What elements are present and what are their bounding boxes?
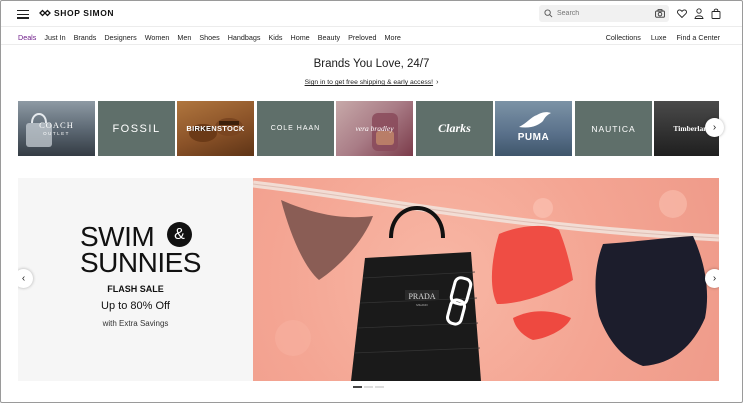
chevron-right-icon: › xyxy=(712,122,717,133)
brand-tile-nautica[interactable]: NAUTICA xyxy=(575,101,652,156)
brand-tile-vera-bradley[interactable]: vera bradley xyxy=(336,101,413,156)
brand-name: Clarks xyxy=(438,121,471,135)
nav-right: Collections Luxe Find a Center xyxy=(606,33,720,42)
hero-ampersand-badge: & xyxy=(167,222,192,247)
hero-extra-savings: with Extra Savings xyxy=(102,319,169,328)
nav-item-handbags[interactable]: Handbags xyxy=(228,33,261,42)
search-bar[interactable] xyxy=(539,5,669,22)
nav-item-designers[interactable]: Designers xyxy=(104,33,136,42)
hero-dot-1[interactable] xyxy=(353,386,362,388)
brand-tile-puma[interactable]: PUMA xyxy=(495,101,572,156)
puma-cat-icon xyxy=(519,112,551,128)
nav-item-find-a-center[interactable]: Find a Center xyxy=(676,33,720,42)
hero-next-button[interactable]: › xyxy=(705,269,719,288)
nav-item-women[interactable]: Women xyxy=(145,33,170,42)
hero-banner[interactable]: SWIM SUNNIES & FLASH SALE Up to 80% Off … xyxy=(18,178,719,381)
brand-name: COLE HAAN xyxy=(270,125,321,132)
heart-icon[interactable] xyxy=(677,8,687,19)
nav-item-collections[interactable]: Collections xyxy=(606,33,641,42)
brand-sub: OUTLET xyxy=(43,130,70,136)
hero-image: PRADA MILANO xyxy=(253,178,719,381)
swimwear-illustration: PRADA MILANO xyxy=(253,180,719,381)
bag-sub-label: MILANO xyxy=(416,303,428,307)
brand-name: Timberland xyxy=(673,124,712,133)
brand-tile-fossil[interactable]: FOSSIL xyxy=(98,101,175,156)
browser-viewport: SHOP SIMON Search Deals Just In Brands D… xyxy=(0,0,743,403)
header-icons xyxy=(677,8,721,19)
nav-item-home[interactable]: Home xyxy=(291,33,310,42)
bag-icon[interactable] xyxy=(711,8,721,19)
brand-name: BIRKENSTOCK xyxy=(186,124,245,133)
nav-item-beauty[interactable]: Beauty xyxy=(318,33,340,42)
user-icon[interactable] xyxy=(694,8,704,19)
site-logo[interactable]: SHOP SIMON xyxy=(39,8,114,18)
hero-line2: SUNNIES xyxy=(80,246,201,278)
nav-item-men[interactable]: Men xyxy=(177,33,191,42)
logo-mark-icon xyxy=(39,9,51,17)
hero-dot-3[interactable] xyxy=(375,386,384,388)
brand-name: FOSSIL xyxy=(112,122,161,135)
sign-in-link[interactable]: Sign in to get free shipping & early acc… xyxy=(305,79,433,86)
logo-text: SHOP SIMON xyxy=(54,8,115,18)
brand-tile-timberland[interactable]: Timberland xyxy=(654,101,719,156)
bag-brand-label: PRADA xyxy=(408,292,435,301)
hero-pagination xyxy=(353,386,384,388)
brand-name: vera bradley xyxy=(355,124,394,133)
chevron-right-icon: › xyxy=(712,273,717,284)
category-nav: Deals Just In Brands Designers Women Men… xyxy=(1,28,742,45)
nav-item-kids[interactable]: Kids xyxy=(269,33,283,42)
brand-tile-birkenstock[interactable]: BIRKENSTOCK xyxy=(177,101,254,156)
brand-tile-clarks[interactable]: Clarks xyxy=(416,101,493,156)
brand-name: NAUTICA xyxy=(591,123,636,134)
promo-title: Brands You Love, 24/7 xyxy=(313,58,430,70)
hero-discount: Up to 80% Off xyxy=(101,300,170,312)
hero-flash-sale: FLASH SALE xyxy=(107,284,164,294)
nav-item-luxe[interactable]: Luxe xyxy=(651,33,667,42)
brand-name: COACH xyxy=(39,120,74,130)
hero-dot-2[interactable] xyxy=(364,386,373,388)
nav-item-just-in[interactable]: Just In xyxy=(44,33,65,42)
brand-tile-cole-haan[interactable]: COLE HAAN xyxy=(257,101,334,156)
camera-icon[interactable] xyxy=(655,9,665,18)
header: SHOP SIMON xyxy=(1,1,742,27)
nav-item-preloved[interactable]: Preloved xyxy=(348,33,376,42)
hero-text-panel: SWIM SUNNIES & FLASH SALE Up to 80% Off … xyxy=(18,178,253,381)
nav-item-more[interactable]: More xyxy=(384,33,400,42)
search-input[interactable] xyxy=(557,10,647,17)
nav-item-brands[interactable]: Brands xyxy=(74,33,97,42)
chevron-right-icon: › xyxy=(436,79,439,86)
brand-carousel: COACH OUTLET FOSSIL BIRKENSTOCK COLE HAAN… xyxy=(18,101,719,157)
nav-item-shoes[interactable]: Shoes xyxy=(199,33,219,42)
chevron-left-icon: ‹ xyxy=(21,273,26,284)
search-icon xyxy=(544,9,553,18)
menu-icon[interactable] xyxy=(17,10,29,19)
brand-name: PUMA xyxy=(517,132,550,143)
brand-tile-coach[interactable]: COACH OUTLET xyxy=(18,101,95,156)
nav-left: Deals Just In Brands Designers Women Men… xyxy=(18,33,409,42)
promo-link-wrap: Sign in to get free shipping & early acc… xyxy=(1,79,742,86)
nav-item-deals[interactable]: Deals xyxy=(18,33,36,42)
